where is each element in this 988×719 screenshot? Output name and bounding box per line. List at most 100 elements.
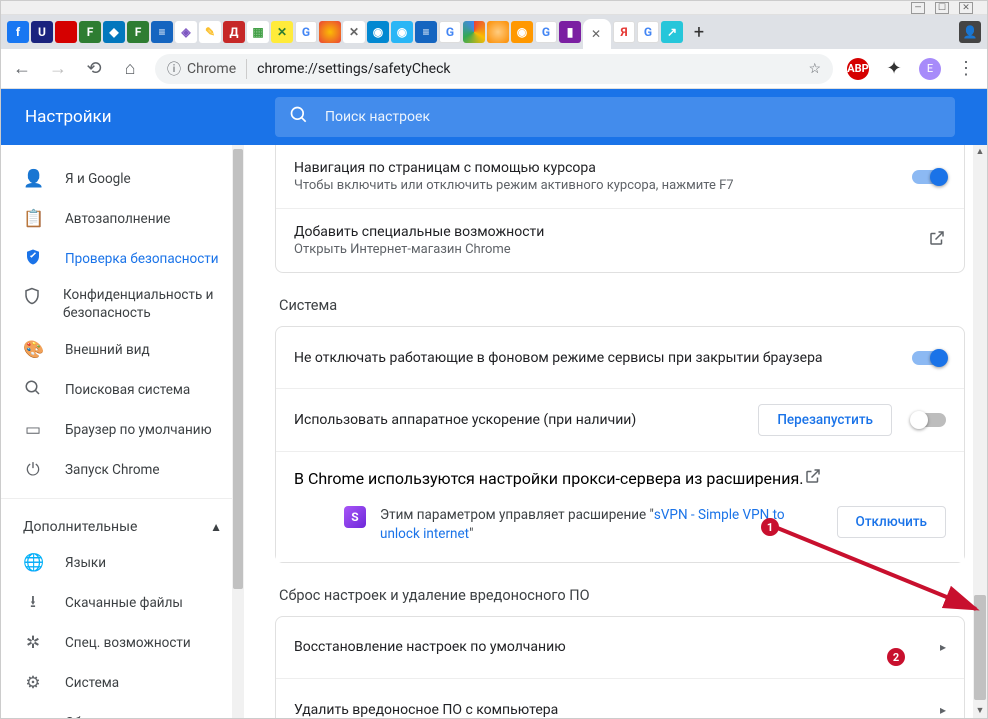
scroll-up-arrow-icon[interactable]: ▲ (973, 145, 987, 159)
tab-favicon[interactable]: ◉ (391, 21, 413, 43)
tab-favicon[interactable]: ↗ (661, 21, 683, 43)
tab-favicon[interactable]: ≡ (415, 21, 437, 43)
chevron-right-icon: ▸ (940, 640, 946, 654)
tab-favicon[interactable]: F (79, 21, 101, 43)
settings-header: Настройки (1, 89, 987, 145)
tab-favicon[interactable]: F (127, 21, 149, 43)
tab-favicon[interactable]: f (7, 21, 29, 43)
globe-icon: 🌐 (23, 553, 43, 573)
site-info-icon: ⓘ (167, 59, 181, 79)
scroll-down-arrow-icon[interactable]: ▼ (973, 704, 987, 718)
tab-favicon[interactable]: ▮ (559, 21, 581, 43)
toggle-hardware-acceleration[interactable] (912, 413, 946, 427)
chrome-menu-icon[interactable]: ⋮ (955, 58, 977, 79)
sidebar-item-accessibility[interactable]: ✲ Спец. возможности (1, 623, 230, 663)
chevron-up-icon: ▲ (210, 520, 222, 534)
sidebar-advanced-toggle[interactable]: Дополнительные ▲ (1, 507, 244, 543)
search-input[interactable] (325, 109, 941, 125)
setting-caret-browsing: Навигация по страницам с помощью курсора… (276, 145, 964, 209)
tab-favicon[interactable]: Я (613, 21, 635, 43)
setting-restore-defaults[interactable]: Восстановление настроек по умолчанию ▸ (276, 617, 964, 679)
tab-favicon[interactable] (463, 21, 485, 43)
profile-avatar-icon[interactable]: E (919, 58, 941, 80)
tab-favicon[interactable]: ◈ (175, 21, 197, 43)
sidebar-item-languages[interactable]: 🌐 Языки (1, 543, 230, 583)
gear-icon: ⚙ (23, 673, 43, 693)
setting-add-accessibility[interactable]: Добавить специальные возможности Открыть… (276, 209, 964, 272)
tab-favicon[interactable]: ≡ (151, 21, 173, 43)
restart-button[interactable]: Перезапустить (758, 404, 892, 436)
proxy-managed-message: Этим параметром управляет расширение "sV… (380, 506, 823, 544)
sidebar-item-appearance[interactable]: 🎨 Внешний вид (1, 330, 230, 370)
settings-search[interactable] (275, 97, 955, 137)
sidebar-item-search-engine[interactable]: Поисковая система (1, 370, 230, 410)
extension-abp-icon[interactable]: ABP (847, 58, 869, 80)
sidebar-item-autofill[interactable]: 📋 Автозаполнение (1, 199, 230, 239)
address-bar[interactable]: ⓘ Chrome chrome://settings/safetyCheck ☆ (155, 54, 833, 84)
tab-favicon[interactable] (487, 21, 509, 43)
sidebar-item-privacy[interactable]: Конфиденциальность и безопасность (1, 279, 230, 330)
url-scheme-label: Chrome (187, 61, 236, 77)
settings-main: Навигация по страницам с помощью курсора… (245, 145, 987, 718)
tab-favicon[interactable]: ✎ (199, 21, 221, 43)
setting-hardware-acceleration: Использовать аппаратное ускорение (при н… (276, 389, 964, 452)
person-icon: 👤 (23, 169, 43, 189)
tab-favicon[interactable]: ◉ (511, 21, 533, 43)
tab-favicon[interactable]: ◆ (103, 21, 125, 43)
profile-indicator-icon[interactable]: 👤 (959, 21, 981, 43)
sidebar-item-safety-check[interactable]: Проверка безопасности (1, 239, 230, 279)
power-icon: ⏻ (23, 460, 43, 480)
tab-favicon[interactable]: U (31, 21, 53, 43)
section-system-label: Система (279, 297, 965, 314)
back-button[interactable]: ← (11, 58, 33, 79)
main-scrollbar[interactable]: ▲ ▼ (973, 145, 987, 718)
tab-favicon[interactable]: G (535, 21, 557, 43)
shield-icon (23, 287, 41, 310)
sidebar-item-system[interactable]: ⚙ Система (1, 663, 230, 703)
reload-button[interactable]: ⟲ (83, 58, 105, 79)
magnifier-icon (23, 379, 43, 402)
palette-icon: 🎨 (23, 340, 43, 360)
sidebar-item-reset[interactable]: ↺ Сброс настроек и (1, 703, 230, 718)
tab-favicon[interactable]: G (295, 21, 317, 43)
forward-button[interactable]: → (47, 58, 69, 79)
url-text: chrome://settings/safetyCheck (257, 61, 450, 77)
window-close-button[interactable]: ✕ (959, 2, 973, 14)
bookmark-star-icon[interactable]: ☆ (808, 61, 821, 77)
sidebar: 👤 Я и Google 📋 Автозаполнение Проверка б… (1, 145, 245, 718)
tab-favicon[interactable]: G (637, 21, 659, 43)
toggle-background-apps[interactable] (912, 351, 946, 365)
sidebar-item-startup[interactable]: ⏻ Запуск Chrome (1, 450, 230, 490)
tab-favicon[interactable]: Д (223, 21, 245, 43)
window-minimize-button[interactable]: — (911, 2, 925, 14)
sidebar-item-you-and-google[interactable]: 👤 Я и Google (1, 159, 230, 199)
tab-favicon[interactable]: G (439, 21, 461, 43)
tab-favicon[interactable]: ✕ (343, 21, 365, 43)
window-maximize-button[interactable]: ☐ (935, 2, 949, 14)
toggle-caret-browsing[interactable] (912, 170, 946, 184)
annotation-badge-1: 1 (761, 518, 779, 536)
active-tab[interactable]: ✕ (583, 19, 611, 49)
external-link-icon[interactable] (804, 467, 822, 490)
shield-check-icon (23, 248, 43, 271)
vpn-extension-icon: S (344, 506, 366, 528)
close-icon[interactable]: ✕ (591, 27, 601, 41)
extensions-puzzle-icon[interactable]: ✦ (883, 58, 905, 79)
tab-favicon[interactable]: ◉ (367, 21, 389, 43)
home-button[interactable]: ⌂ (119, 58, 141, 79)
tab-favicon[interactable]: ▦ (247, 21, 269, 43)
setting-background-apps: Не отключать работающие в фоновом режиме… (276, 327, 964, 389)
annotation-badge-2: 2 (887, 648, 905, 666)
setting-cleanup-computer[interactable]: Удалить вредоносное ПО с компьютера ▸ (276, 679, 964, 718)
sidebar-item-default-browser[interactable]: ▭ Браузер по умолчанию (1, 410, 230, 450)
annotation-arrow (771, 523, 987, 623)
sidebar-scrollbar[interactable] (232, 145, 244, 718)
toolbar: ← → ⟲ ⌂ ⓘ Chrome chrome://settings/safet… (1, 49, 987, 89)
tab-favicon[interactable] (55, 21, 77, 43)
tab-strip: f U F ◆ F ≡ ◈ ✎ Д ▦ ✕ G ✕ ◉ ◉ ≡ G ◉ G ▮ … (1, 15, 987, 49)
new-tab-button[interactable]: + (685, 18, 713, 46)
chevron-right-icon: ▸ (940, 703, 946, 717)
tab-favicon[interactable] (319, 21, 341, 43)
tab-favicon[interactable]: ✕ (271, 21, 293, 43)
sidebar-item-downloads[interactable]: ⭳ Скачанные файлы (1, 583, 230, 623)
